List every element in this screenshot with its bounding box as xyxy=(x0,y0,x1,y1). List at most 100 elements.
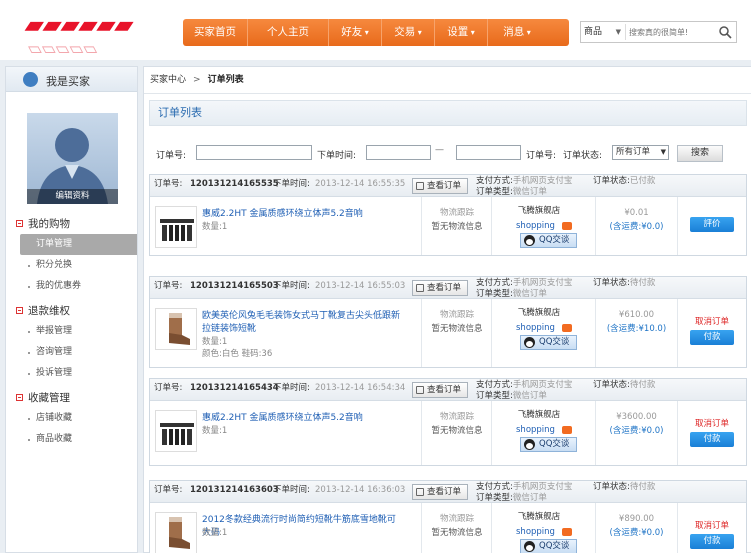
view-order-button[interactable]: 查看订单 xyxy=(412,382,468,398)
sidebar-group[interactable]: 退款维权 xyxy=(6,302,137,321)
qq-chat-button[interactable]: QQ交谈 xyxy=(520,335,577,350)
order-card: 订单号: 120131214165503 下单时间: 2013-12-14 16:55… xyxy=(149,276,747,368)
sidebar-group-label: 退款维权 xyxy=(28,305,70,317)
logistics-track-link[interactable]: 物流跟踪 xyxy=(426,308,488,322)
order-no: 120131214165503 xyxy=(190,281,279,291)
nav-item[interactable]: 买家首页 xyxy=(183,19,247,46)
view-order-button[interactable]: 查看订单 xyxy=(412,484,468,500)
cancel-order-link[interactable]: 取消订单 xyxy=(678,519,746,531)
pay-button[interactable]: 付款 xyxy=(690,432,734,447)
end-date-input[interactable] xyxy=(456,145,521,160)
sidebar-item[interactable]: 商品收藏 xyxy=(6,429,137,450)
order-card: 订单号: 120131214163603 下单时间: 2013-12-14 16:36… xyxy=(149,480,747,553)
cancel-order-link[interactable]: 取消订单 xyxy=(678,417,746,429)
shop-name[interactable]: 飞腾旗舰店 xyxy=(496,204,576,216)
logistics-info: 暂无物流信息 xyxy=(431,222,483,232)
logo-mark: ▰▰▰▰▰▰ xyxy=(24,12,136,37)
order-time: 2013-12-14 16:36:03 xyxy=(315,485,406,495)
mail-icon xyxy=(562,222,572,230)
search-button[interactable]: 搜索 xyxy=(677,145,723,162)
order-status: 订单状态:待付款 xyxy=(593,380,655,391)
shopping-link[interactable]: shopping xyxy=(496,323,576,333)
nav-item[interactable]: 好友 ▾ xyxy=(329,19,381,46)
chevron-down-icon: ▾ xyxy=(415,28,422,37)
qq-chat-button[interactable]: QQ交谈 xyxy=(520,233,577,248)
product-name-link[interactable]: 欧美英伦风兔毛毛装饰女式马丁靴复古尖头低跟新拉链装饰短靴 xyxy=(202,310,402,336)
qq-penguin-icon xyxy=(524,235,535,246)
order-status-select[interactable]: 所有订单 ▼ xyxy=(612,145,669,160)
pay-method: 手机网页支付宝 xyxy=(512,278,573,288)
view-order-button[interactable]: 查看订单 xyxy=(412,280,468,296)
product-image[interactable] xyxy=(155,410,197,452)
logistics-info: 暂无物流信息 xyxy=(431,426,483,436)
qq-chat-button[interactable]: QQ交谈 xyxy=(520,437,577,452)
order-price: ¥0.01 xyxy=(624,208,649,218)
search-scope-select[interactable]: 商品 ▼ xyxy=(584,25,621,40)
product-image[interactable] xyxy=(155,512,197,553)
sidebar-item[interactable]: 投诉管理 xyxy=(6,363,137,384)
sidebar-group[interactable]: 收藏管理 xyxy=(6,389,137,408)
start-date-input[interactable] xyxy=(366,145,431,160)
qty-value: 1 xyxy=(221,528,228,538)
payment-info: 支付方式:手机网页支付宝 订单类型:微信订单 xyxy=(476,278,572,300)
nav-item[interactable]: 个人主页 xyxy=(248,19,328,46)
qq-chat-button[interactable]: QQ交谈 xyxy=(520,539,577,553)
sidebar-item[interactable]: 积分兑换 xyxy=(6,255,137,276)
sidebar-item[interactable]: 咨询管理 xyxy=(6,342,137,363)
view-order-button[interactable]: 查看订单 xyxy=(412,178,468,194)
pay-button[interactable]: 付款 xyxy=(690,330,734,345)
breadcrumb: 买家中心 > 订单列表 xyxy=(144,67,751,94)
shop-name[interactable]: 飞腾旗舰店 xyxy=(496,408,576,420)
order-no-label: 订单号: xyxy=(156,151,187,161)
shop-cell: 飞腾旗舰店 shopping QQ交谈 xyxy=(496,408,577,452)
cancel-order-link[interactable]: 取消订单 xyxy=(678,315,746,327)
order-price: ¥890.00 xyxy=(618,514,655,524)
order-status-label: 订单状态: xyxy=(593,278,630,288)
review-button[interactable]: 評价 xyxy=(690,217,734,232)
sidebar-item[interactable]: 举报管理 xyxy=(6,321,137,342)
order-status-label: 订单状态: xyxy=(593,176,630,186)
order-card: 订单号: 120131214165535 下单时间: 2013-12-14 16:55… xyxy=(149,174,747,256)
order-no-input[interactable] xyxy=(196,145,312,160)
collapse-icon xyxy=(16,220,23,227)
shop-name[interactable]: 飞腾旗舰店 xyxy=(496,306,576,318)
product-name-link[interactable]: 2012冬款经典流行时尚简约短靴牛筋底雪地靴可大码 xyxy=(202,514,402,540)
shopping-link[interactable]: shopping xyxy=(496,221,576,231)
search-icon[interactable] xyxy=(718,25,732,39)
sidebar-group[interactable]: 我的购物 xyxy=(6,215,137,234)
product-name-link[interactable]: 惠威2.2HT 金属质感环绕立体声5.2音响 xyxy=(202,412,402,425)
collapse-icon xyxy=(16,394,23,401)
site-logo[interactable]: ▰▰▰▰▰▰ ▱▱▱▱▱ xyxy=(6,10,146,61)
product-image[interactable] xyxy=(155,308,197,350)
logistics-track-link[interactable]: 物流跟踪 xyxy=(426,512,488,526)
avatar[interactable]: 编辑资料 xyxy=(27,113,118,204)
order-time-label: 下单时间: xyxy=(273,179,310,189)
product-name-link[interactable]: 惠威2.2HT 金属质感环绕立体声5.2音响 xyxy=(202,208,402,221)
order-price: ¥610.00 xyxy=(618,310,655,320)
shopping-link[interactable]: shopping xyxy=(496,527,576,537)
nav-item[interactable]: 设置 ▾ xyxy=(435,19,487,46)
sidebar-item[interactable]: 我的优惠券 xyxy=(6,276,137,297)
logistics-track-link[interactable]: 物流跟踪 xyxy=(426,206,488,220)
breadcrumb-parent[interactable]: 买家中心 xyxy=(150,75,186,85)
nav-item[interactable]: 交易 ▾ xyxy=(382,19,434,46)
order-time-label: 下单时间: xyxy=(273,485,310,495)
shop-name[interactable]: 飞腾旗舰店 xyxy=(496,510,576,522)
payment-info: 支付方式:手机网页支付宝 订单类型:微信订单 xyxy=(476,482,572,504)
search-box: 商品 ▼ xyxy=(580,21,737,43)
sidebar-item[interactable]: 店铺收藏 xyxy=(6,408,137,429)
edit-profile-button[interactable]: 编辑资料 xyxy=(27,189,118,204)
shopping-link[interactable]: shopping xyxy=(496,425,576,435)
sidebar-item[interactable]: 订单管理 xyxy=(20,234,137,255)
order-body: 2012冬款经典流行时尚简约短靴牛筋底雪地靴可大码 数量:1 物流跟踪 暂无物流信息飞… xyxy=(150,503,746,553)
order-no: 120131214163603 xyxy=(190,485,279,495)
pay-button[interactable]: 付款 xyxy=(690,534,734,549)
search-input[interactable] xyxy=(625,24,715,40)
logistics-track-link[interactable]: 物流跟踪 xyxy=(426,410,488,424)
nav-item[interactable]: 消息 ▾ xyxy=(488,19,546,46)
product-image[interactable] xyxy=(155,206,197,248)
shopping-label: shopping xyxy=(516,323,555,333)
order-no-label: 订单号: xyxy=(154,485,183,495)
mail-icon xyxy=(562,324,572,332)
main-nav: 买家首页 个人主页 好友 ▾ 交易 ▾ 设置 ▾ 消息 ▾ xyxy=(183,19,569,46)
